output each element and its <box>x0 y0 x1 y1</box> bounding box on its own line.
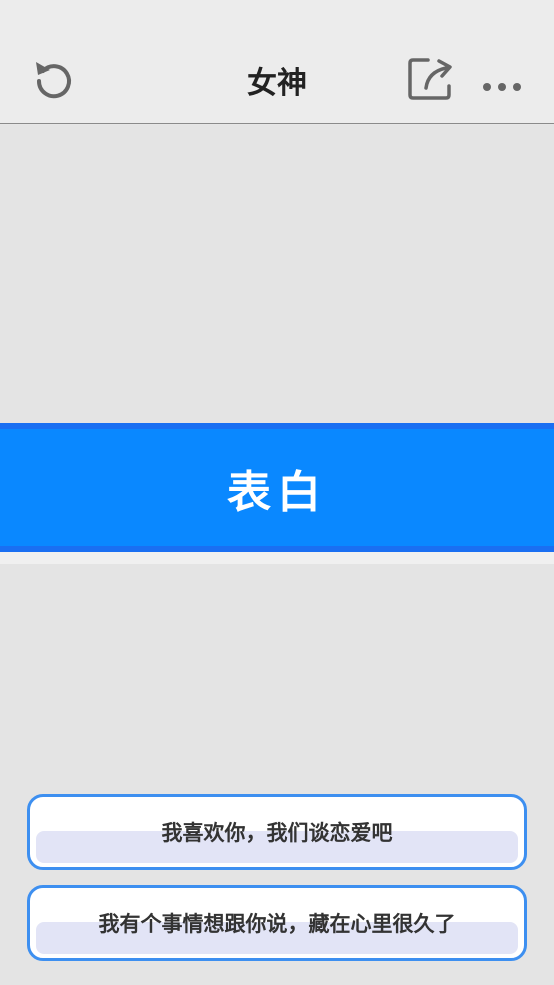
confess-banner[interactable]: 表白 <box>0 423 554 552</box>
page: 女神 表白 我喜欢你，我们谈恋爱吧 我有个事情想跟你说，藏在心里很久了 <box>0 0 554 985</box>
share-icon[interactable] <box>406 56 456 102</box>
reply-option-label: 我喜欢你，我们谈恋爱吧 <box>161 821 393 845</box>
divider <box>0 552 554 564</box>
top-bar: 女神 <box>0 0 554 124</box>
reply-option-label: 我有个事情想跟你说，藏在心里很久了 <box>98 912 456 936</box>
reply-option-button[interactable]: 我有个事情想跟你说，藏在心里很久了 <box>27 885 527 961</box>
confess-label: 表白 <box>227 466 327 518</box>
more-icon[interactable] <box>480 74 526 98</box>
reply-option-button[interactable]: 我喜欢你，我们谈恋爱吧 <box>27 794 527 870</box>
content-area-upper <box>0 125 554 423</box>
page-title: 女神 <box>247 66 307 101</box>
